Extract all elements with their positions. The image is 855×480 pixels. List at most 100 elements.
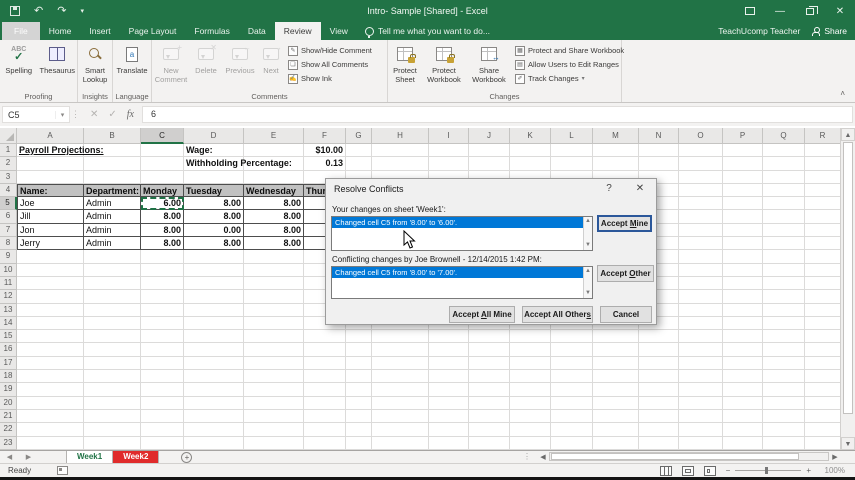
row-header-16[interactable]: 16	[0, 343, 17, 356]
select-all-corner[interactable]	[0, 128, 17, 144]
cell-E6[interactable]: 8.00	[244, 210, 304, 223]
cell-E22[interactable]	[244, 423, 304, 436]
cell-R22[interactable]	[805, 423, 840, 436]
cell-R18[interactable]	[805, 370, 840, 383]
cell-A14[interactable]	[17, 317, 84, 330]
cell-I16[interactable]	[429, 343, 469, 356]
normal-view-icon[interactable]	[660, 466, 672, 476]
cell-E23[interactable]	[244, 437, 304, 450]
cell-Q13[interactable]	[763, 304, 805, 317]
tab-insert[interactable]: Insert	[80, 22, 119, 40]
redo-icon[interactable]: ↷	[57, 6, 66, 17]
cell-Q5[interactable]	[763, 197, 805, 210]
scroll-down-icon[interactable]: ▼	[841, 437, 855, 450]
cell-R3[interactable]	[805, 171, 840, 184]
cell-C6[interactable]: 8.00	[141, 210, 184, 223]
cell-K22[interactable]	[510, 423, 551, 436]
column-header-B[interactable]: B	[84, 128, 141, 144]
cell-B7[interactable]: Admin	[84, 224, 141, 237]
column-header-J[interactable]: J	[469, 128, 510, 144]
cell-C2[interactable]	[141, 157, 184, 170]
cell-M19[interactable]	[593, 383, 639, 396]
cell-M18[interactable]	[593, 370, 639, 383]
cell-O15[interactable]	[679, 330, 723, 343]
cell-D13[interactable]	[184, 304, 244, 317]
scroll-right-icon[interactable]: ▶	[829, 453, 841, 461]
cell-Q21[interactable]	[763, 410, 805, 423]
column-header-E[interactable]: E	[244, 128, 304, 144]
zoom-in-icon[interactable]: +	[806, 466, 811, 475]
column-header-P[interactable]: P	[723, 128, 763, 144]
cell-O22[interactable]	[679, 423, 723, 436]
cell-K1[interactable]	[510, 144, 551, 157]
cell-B5[interactable]: Admin	[84, 197, 141, 210]
cell-B21[interactable]	[84, 410, 141, 423]
cell-R20[interactable]	[805, 397, 840, 410]
cell-N21[interactable]	[639, 410, 679, 423]
tab-review[interactable]: Review	[275, 22, 321, 40]
cell-R9[interactable]	[805, 250, 840, 263]
cell-O9[interactable]	[679, 250, 723, 263]
row-header-4[interactable]: 4	[0, 184, 17, 197]
cell-A19[interactable]	[17, 383, 84, 396]
cell-L2[interactable]	[551, 157, 593, 170]
cell-Q11[interactable]	[763, 277, 805, 290]
accept-all-others-button[interactable]: Accept All Others	[522, 306, 593, 323]
cell-O7[interactable]	[679, 224, 723, 237]
cell-Q16[interactable]	[763, 343, 805, 356]
cell-P20[interactable]	[723, 397, 763, 410]
listbox-scroll-up-icon[interactable]: ▲	[584, 268, 592, 275]
name-box[interactable]: C5 ▾	[2, 106, 70, 123]
undo-icon[interactable]: ↶	[34, 6, 43, 17]
cell-F1[interactable]: $10.00	[304, 144, 346, 157]
cell-I23[interactable]	[429, 437, 469, 450]
scroll-up-icon[interactable]: ▲	[841, 128, 855, 141]
cell-P23[interactable]	[723, 437, 763, 450]
cell-B8[interactable]: Admin	[84, 237, 141, 250]
cell-D18[interactable]	[184, 370, 244, 383]
protect-workbook-button[interactable]: Protect Workbook	[422, 40, 466, 92]
page-break-view-icon[interactable]	[704, 466, 716, 476]
cell-D21[interactable]	[184, 410, 244, 423]
listbox-scroll-down-icon[interactable]: ▼	[584, 242, 592, 249]
cell-O17[interactable]	[679, 357, 723, 370]
cell-D23[interactable]	[184, 437, 244, 450]
cell-M1[interactable]	[593, 144, 639, 157]
your-change-item[interactable]: Changed cell C5 from '8.00' to '6.00'.	[332, 217, 583, 228]
thesaurus-button[interactable]: Thesaurus	[38, 40, 77, 92]
cell-Q19[interactable]	[763, 383, 805, 396]
cell-O18[interactable]	[679, 370, 723, 383]
row-header-20[interactable]: 20	[0, 397, 17, 410]
cell-R4[interactable]	[805, 184, 840, 197]
row-header-17[interactable]: 17	[0, 357, 17, 370]
cell-P5[interactable]	[723, 197, 763, 210]
listbox-scrollbar[interactable]: ▲ ▼	[583, 267, 592, 298]
cell-E11[interactable]	[244, 277, 304, 290]
column-header-A[interactable]: A	[17, 128, 84, 144]
spelling-button[interactable]: ABC✓ Spelling	[0, 40, 38, 92]
cell-C5[interactable]: 6.00	[141, 197, 184, 210]
row-header-21[interactable]: 21	[0, 410, 17, 423]
cell-M17[interactable]	[593, 357, 639, 370]
cell-B14[interactable]	[84, 317, 141, 330]
column-header-K[interactable]: K	[510, 128, 551, 144]
cell-E12[interactable]	[244, 290, 304, 303]
cell-K17[interactable]	[510, 357, 551, 370]
cell-G15[interactable]	[346, 330, 372, 343]
cell-P22[interactable]	[723, 423, 763, 436]
cell-F2[interactable]: 0.13	[304, 157, 346, 170]
cell-L1[interactable]	[551, 144, 593, 157]
cell-O11[interactable]	[679, 277, 723, 290]
cell-N1[interactable]	[639, 144, 679, 157]
cell-B16[interactable]	[84, 343, 141, 356]
cell-C15[interactable]	[141, 330, 184, 343]
cell-C3[interactable]	[141, 171, 184, 184]
cell-E4[interactable]: Wednesday	[244, 184, 304, 197]
cell-P4[interactable]	[723, 184, 763, 197]
cell-N19[interactable]	[639, 383, 679, 396]
cell-I21[interactable]	[429, 410, 469, 423]
cell-K19[interactable]	[510, 383, 551, 396]
cell-J21[interactable]	[469, 410, 510, 423]
cell-Q23[interactable]	[763, 437, 805, 450]
dialog-help-button[interactable]: ?	[602, 183, 616, 194]
